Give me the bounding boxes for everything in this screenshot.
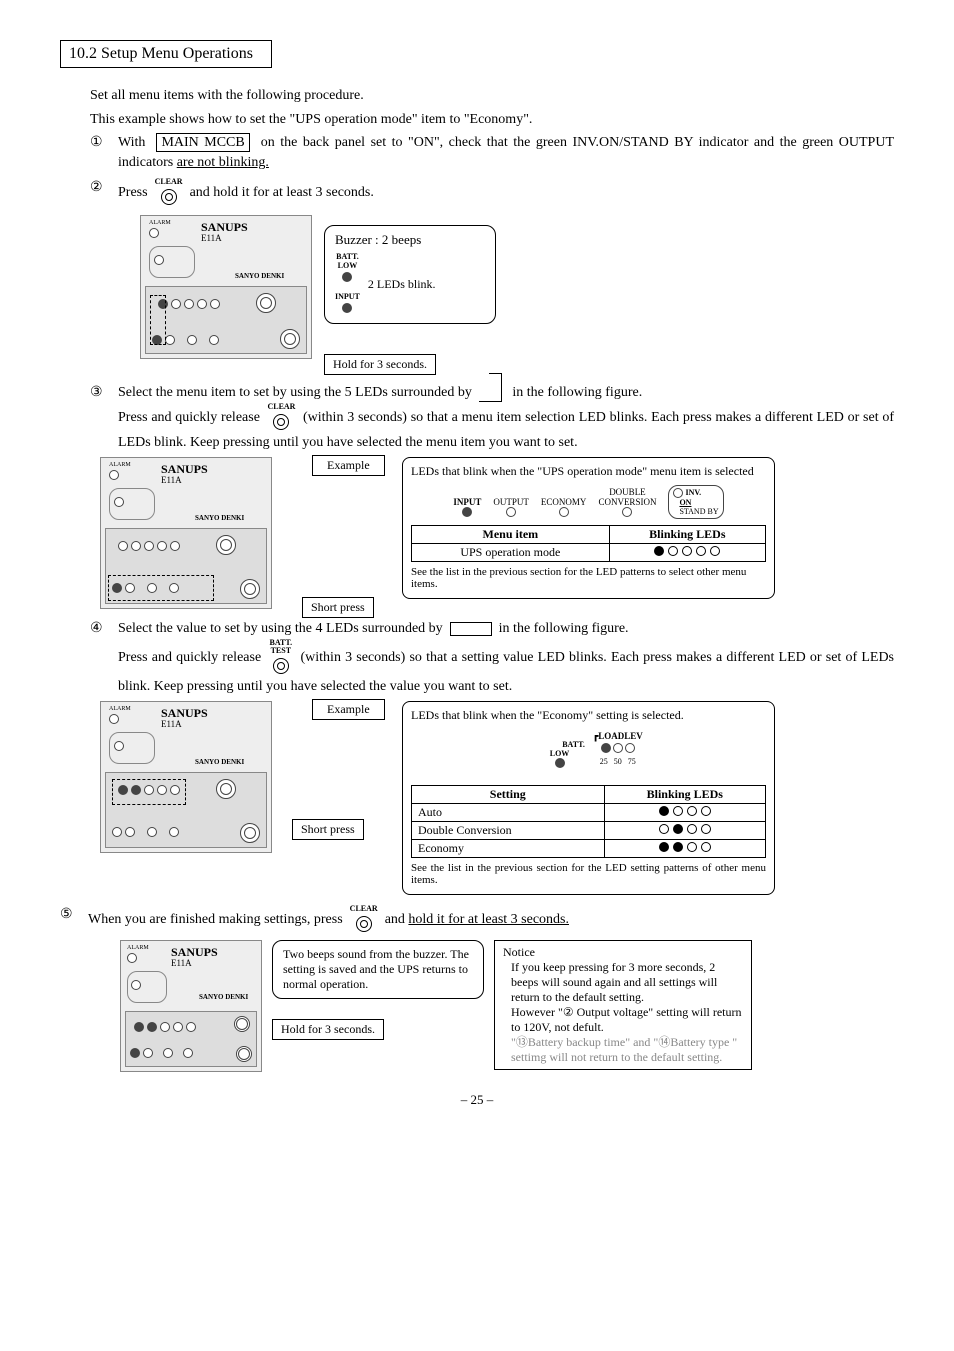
intro-line-2: This example shows how to set the "UPS o… <box>90 110 894 130</box>
step-4-text: Select the value to set by using the 4 L… <box>118 619 894 697</box>
notice-box: Notice If you keep pressing for 3 more s… <box>494 940 752 1070</box>
example-label: Example <box>312 455 385 476</box>
step-1-num: ① <box>90 133 118 174</box>
batt-test-button-icon: BATT. TEST <box>270 639 293 676</box>
short-press-label: Short press <box>302 597 374 618</box>
step-4-num: ④ <box>90 619 118 697</box>
ups-panel-figure-2: ALARM SANUPS E11A SANYO DENKI <box>100 457 272 609</box>
page-number: – 25 – <box>60 1092 894 1108</box>
ups-panel-figure-4: ALARM SANUPS E11A SANYO DENKI <box>120 940 262 1072</box>
hold-3s-label: Hold for 3 seconds. <box>272 1019 384 1040</box>
section-title: 10.2 Setup Menu Operations <box>60 40 272 68</box>
step-2-text: Press CLEAR and hold it for at least 3 s… <box>118 178 894 207</box>
step-5-num: ⑤ <box>60 905 88 934</box>
rect-icon <box>450 622 492 636</box>
buzzer-callout: Buzzer : 2 beeps BATT. LOW INPUT 2 LEDs … <box>324 225 496 324</box>
main-mccb-box: MAIN MCCB <box>156 133 249 152</box>
step-3-num: ③ <box>90 383 118 453</box>
menu-item-led-box: LEDs that blink when the "UPS operation … <box>402 457 775 599</box>
step-3-text: Select the menu item to set by using the… <box>118 383 894 453</box>
clear-button-icon: CLEAR <box>350 905 378 934</box>
clear-button-icon: CLEAR <box>155 178 183 207</box>
two-beeps-callout: Two beeps sound from the buzzer. The set… <box>272 940 484 999</box>
step-2-num: ② <box>90 178 118 207</box>
short-press-label: Short press <box>292 819 364 840</box>
setting-led-box: LEDs that blink when the "Economy" setti… <box>402 701 775 895</box>
ups-panel-figure-3: ALARM SANUPS E11A SANYO DENKI <box>100 701 272 853</box>
step-5-text: When you are finished making settings, p… <box>88 905 894 934</box>
clear-button-icon: CLEAR <box>267 403 295 432</box>
example-label: Example <box>312 699 385 720</box>
step-1-text: With MAIN MCCB on the back panel set to … <box>118 133 894 174</box>
intro-line-1: Set all menu items with the following pr… <box>90 86 894 106</box>
ups-panel-figure-1: ALARM SANUPS E11A SANYO DENKI <box>140 215 312 359</box>
hold-3s-label: Hold for 3 seconds. <box>324 354 436 375</box>
bracket-icon <box>479 383 502 402</box>
